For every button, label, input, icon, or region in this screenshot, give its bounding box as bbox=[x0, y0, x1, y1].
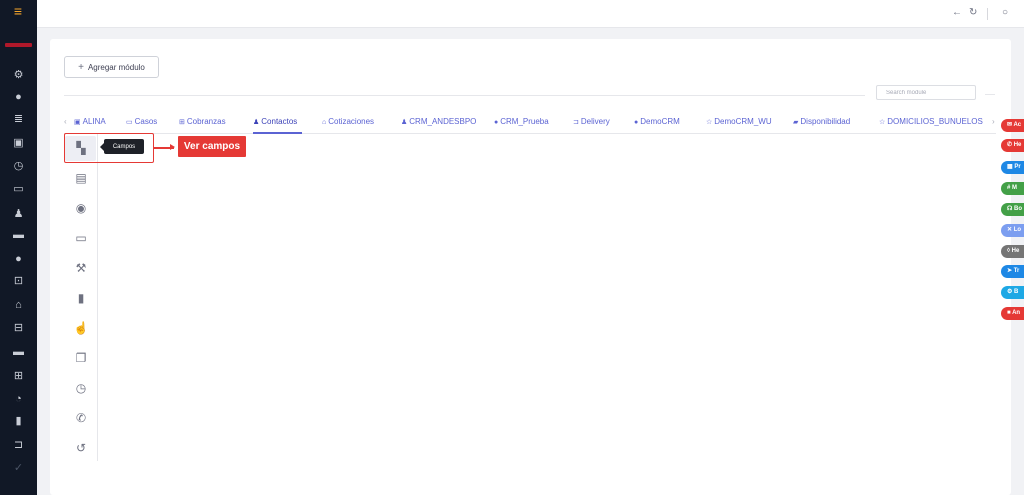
back-icon[interactable]: ← bbox=[952, 7, 962, 18]
tab-label: CRM_Prueba bbox=[500, 117, 549, 126]
tab-label: ALINA bbox=[82, 117, 106, 126]
tab-label: DemoCRM bbox=[640, 117, 680, 126]
eye-icon[interactable]: ◉ bbox=[64, 201, 98, 215]
tab-label: Cobranzas bbox=[186, 117, 226, 126]
circle-icon[interactable]: ○ bbox=[1002, 7, 1008, 18]
tab-icon: ● bbox=[494, 119, 499, 126]
briefcase-icon[interactable]: ▬ bbox=[0, 228, 37, 242]
floating-action-button[interactable]: ➤ Tr bbox=[1001, 265, 1024, 278]
tab-cotizaciones[interactable]: ⌂ Cotizaciones bbox=[322, 117, 374, 128]
truck-icon[interactable]: ⊐ bbox=[0, 438, 37, 452]
tab-domicilios-bunuelos[interactable]: ☆ DOMICILIOS_BUNUELOS bbox=[879, 117, 983, 128]
tab-label: DOMICILIOS_BUNUELOS bbox=[887, 117, 983, 126]
add-module-button[interactable]: + Agregar módulo bbox=[64, 56, 159, 78]
car-icon[interactable]: ⊟ bbox=[0, 321, 37, 335]
tab-delivery[interactable]: ⊐ Delivery bbox=[573, 117, 610, 128]
tab-democrm-wu[interactable]: ☆ DemoCRM_WU bbox=[706, 117, 772, 128]
tab-contactos[interactable]: ♟ Contactos bbox=[253, 117, 297, 128]
user-icon[interactable]: ♟ bbox=[0, 207, 37, 221]
tab-icon: ⌂ bbox=[322, 119, 327, 126]
settings-icon[interactable]: ⚙ bbox=[0, 68, 37, 82]
tab-alina[interactable]: ▣ ALINA bbox=[74, 117, 106, 128]
check-icon[interactable]: ✓ bbox=[0, 461, 37, 475]
floating-action-button[interactable]: ✆ He bbox=[1001, 139, 1024, 152]
tab-icon: ♟ bbox=[253, 119, 260, 126]
tab-crm-andesbpo[interactable]: ♟ CRM_ANDESBPO bbox=[401, 117, 476, 128]
chart-icon[interactable]: ▮ bbox=[0, 414, 37, 428]
tab-icon: ☆ bbox=[879, 119, 886, 126]
tab-icon: ● bbox=[634, 119, 639, 126]
tab-label: Delivery bbox=[580, 117, 610, 126]
history-icon[interactable]: ↺ bbox=[64, 441, 98, 455]
tab-icon: ☆ bbox=[706, 119, 713, 126]
history-icon[interactable]: ◷ bbox=[0, 159, 37, 173]
add-module-label: Agregar módulo bbox=[87, 62, 145, 72]
floating-action-button[interactable]: ◊ He bbox=[1001, 245, 1024, 258]
copy-icon[interactable]: ❐ bbox=[64, 351, 98, 365]
tab-label: DemoCRM_WU bbox=[714, 117, 772, 126]
user-circle-icon[interactable]: ● bbox=[0, 90, 37, 104]
tab-crm-prueba[interactable]: ● CRM_Prueba bbox=[494, 117, 549, 128]
brand-logo bbox=[5, 43, 32, 47]
tabs-left-arrow-icon[interactable]: ‹ bbox=[64, 117, 67, 126]
app-sidebar: ≡ ⚙ ● ≣ ▣ ◷ ▭ ♟ ▬ ● ⊡ ⌂ ⊟ ▬ ⊞ ◔ ▮ ⊐ ✓ bbox=[0, 0, 37, 495]
monitor-icon[interactable]: ▬ bbox=[0, 345, 37, 359]
floating-action-button[interactable]: ⚙ B bbox=[1001, 286, 1024, 299]
refresh-icon[interactable]: ↻ bbox=[969, 7, 977, 18]
tab-label: Contactos bbox=[261, 117, 298, 126]
tab-cobranzas[interactable]: ⊞ Cobranzas bbox=[179, 117, 226, 128]
calendar-icon[interactable]: ▭ bbox=[0, 182, 37, 196]
divider bbox=[64, 95, 865, 96]
tab-label: CRM_ANDESBPO bbox=[409, 117, 477, 126]
phone-icon[interactable]: ✆ bbox=[64, 411, 98, 425]
plus-icon: + bbox=[78, 61, 84, 73]
floating-action-button[interactable]: ■ An bbox=[1001, 307, 1024, 320]
vertical-toolbar: ▚ ▤ ◉ ▭ ⚒ ▮ ☝ ❐ ◷ ✆ ↺ bbox=[64, 134, 98, 461]
help-icon[interactable]: ● bbox=[0, 252, 37, 266]
gavel-icon[interactable]: ⚒ bbox=[64, 261, 98, 275]
tabs-right-arrow-icon[interactable]: › bbox=[992, 117, 995, 126]
book-icon[interactable]: ▮ bbox=[64, 291, 98, 305]
active-tab-indicator bbox=[253, 132, 302, 134]
document-icon[interactable]: ▤ bbox=[64, 171, 98, 185]
divider bbox=[985, 94, 995, 95]
tab-icon: ▰ bbox=[793, 119, 799, 126]
floating-action-button[interactable]: ▦ Pr bbox=[1001, 161, 1024, 174]
floating-action-button[interactable]: ✕ Lo bbox=[1001, 224, 1024, 237]
top-bar: ← ↻ ○ bbox=[37, 0, 1024, 28]
floating-action-button[interactable]: ✉ Ac bbox=[1001, 119, 1024, 132]
module-tabs: ‹ ▣ ALINA ▭ Casos ⊞ Cobranzas ♟ Contactos ⌂ Cotiz… bbox=[64, 116, 996, 134]
tab-icon: ⊐ bbox=[573, 119, 579, 126]
clock-icon[interactable]: ◔ bbox=[0, 392, 37, 406]
floating-action-button[interactable]: # M bbox=[1001, 182, 1024, 195]
tab-disponibilidad[interactable]: ▰ Disponibilidad bbox=[793, 117, 850, 128]
tab-icon: ▣ bbox=[74, 119, 81, 126]
divider bbox=[987, 8, 988, 20]
tab-label: Casos bbox=[134, 117, 158, 126]
callout-arrow-icon bbox=[170, 144, 175, 150]
tab-icon: ⊞ bbox=[179, 119, 185, 126]
comment-icon[interactable]: ▭ bbox=[64, 231, 98, 245]
tab-democrm[interactable]: ● DemoCRM bbox=[634, 117, 680, 128]
tab-casos[interactable]: ▭ Casos bbox=[126, 117, 157, 128]
floating-action-button[interactable]: ☊ Bo bbox=[1001, 203, 1024, 216]
main-card: + Agregar módulo ‹ ▣ALINA▭Casos⊞Cobranza… bbox=[50, 39, 1011, 495]
ticket-icon[interactable]: ⊞ bbox=[0, 369, 37, 383]
callout-label: Ver campos bbox=[178, 136, 246, 157]
tooltip: Campos bbox=[100, 139, 144, 154]
tooltip-text: Campos bbox=[112, 143, 136, 150]
list-icon[interactable]: ≣ bbox=[0, 112, 37, 126]
search-module-input[interactable] bbox=[876, 85, 976, 100]
alarm-icon[interactable]: ◷ bbox=[64, 381, 98, 395]
tab-icon: ▭ bbox=[126, 119, 133, 126]
bag-icon[interactable]: ⌂ bbox=[0, 298, 37, 312]
tab-label: Disponibilidad bbox=[800, 117, 851, 126]
hand-pointer-icon[interactable]: ☝ bbox=[64, 321, 98, 335]
menu-icon[interactable]: ≡ bbox=[9, 4, 27, 18]
id-card-icon[interactable]: ▣ bbox=[0, 136, 37, 150]
tab-label: Cotizaciones bbox=[328, 117, 375, 126]
tab-icon: ♟ bbox=[401, 119, 408, 126]
cart-icon[interactable]: ⊡ bbox=[0, 274, 37, 288]
